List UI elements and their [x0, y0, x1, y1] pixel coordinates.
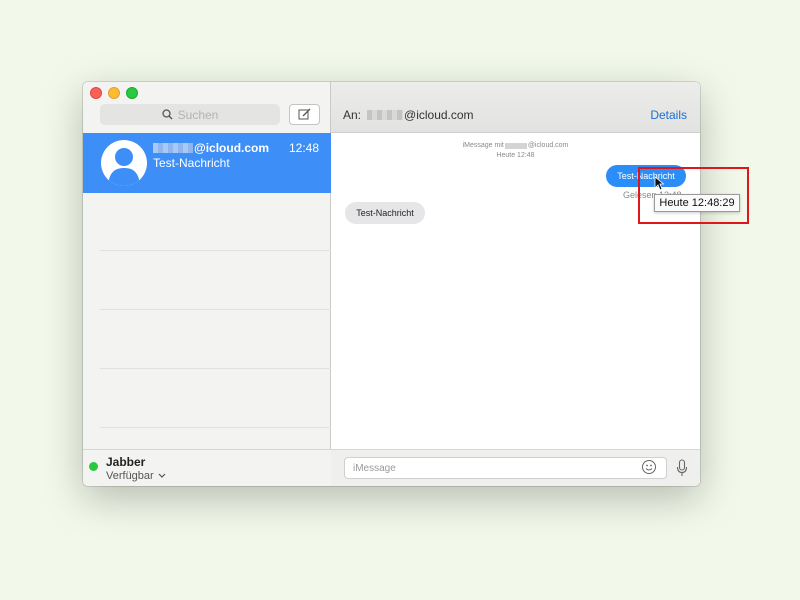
- account-status-bar: Jabber Verfügbar: [83, 449, 331, 486]
- incoming-message-bubble[interactable]: Test-Nachricht: [345, 202, 425, 224]
- compose-button[interactable]: [289, 104, 320, 125]
- conversation-preview: Test-Nachricht: [153, 156, 230, 170]
- close-window-button[interactable]: [90, 87, 102, 99]
- microphone-icon[interactable]: [676, 459, 688, 477]
- conversation-item[interactable]: @icloud.com 12:48 Test-Nachricht: [83, 133, 331, 193]
- availability-label: Verfügbar: [106, 470, 154, 482]
- search-placeholder: Suchen: [177, 107, 219, 122]
- recipient-field[interactable]: An: @icloud.com: [343, 108, 474, 122]
- redacted-recipient: [367, 110, 404, 120]
- emoji-icon[interactable]: [641, 459, 657, 475]
- conversation-pane: An: @icloud.com Details iMessage mit @ic…: [331, 82, 700, 486]
- message-input[interactable]: iMessage: [344, 457, 667, 479]
- search-icon: [161, 109, 173, 120]
- status-indicator: [89, 462, 98, 471]
- redacted-name: [153, 143, 193, 153]
- meta-prefix: iMessage mit: [462, 142, 504, 149]
- redacted-meta: [504, 142, 527, 149]
- chat-meta-time: Heute 12:48: [496, 152, 535, 159]
- divider: [100, 368, 331, 369]
- sidebar: Suchen @icloud.com 12:48 Test-Nachricht …: [83, 82, 331, 486]
- search-input[interactable]: Suchen: [100, 104, 280, 125]
- maximize-window-button[interactable]: [126, 87, 138, 99]
- availability-dropdown[interactable]: Verfügbar: [106, 470, 166, 482]
- messages-window: Suchen @icloud.com 12:48 Test-Nachricht …: [83, 82, 700, 486]
- avatar: [101, 140, 147, 186]
- window-controls: [90, 87, 138, 99]
- conversation-name-suffix: @icloud.com: [194, 141, 270, 155]
- details-button[interactable]: Details: [650, 108, 687, 122]
- composer-bar: iMessage: [331, 449, 700, 486]
- minimize-window-button[interactable]: [108, 87, 120, 99]
- message-input-placeholder: iMessage: [353, 462, 396, 474]
- person-silhouette-icon: [108, 148, 140, 186]
- compose-icon: [298, 108, 311, 120]
- chat-meta-service: iMessage mit @icloud.com: [331, 142, 700, 149]
- divider: [100, 427, 331, 428]
- highlight-box: [638, 167, 749, 224]
- divider: [100, 309, 331, 310]
- divider: [100, 250, 331, 251]
- recipient-suffix: @icloud.com: [404, 108, 474, 122]
- to-label: An:: [343, 108, 362, 122]
- chevron-down-icon: [158, 473, 166, 478]
- conversation-time: 12:48: [288, 141, 319, 155]
- meta-suffix: @icloud.com: [527, 142, 569, 149]
- conversation-header: An: @icloud.com Details: [331, 82, 700, 133]
- account-name: Jabber: [106, 455, 146, 469]
- conversation-name: @icloud.com: [153, 141, 269, 155]
